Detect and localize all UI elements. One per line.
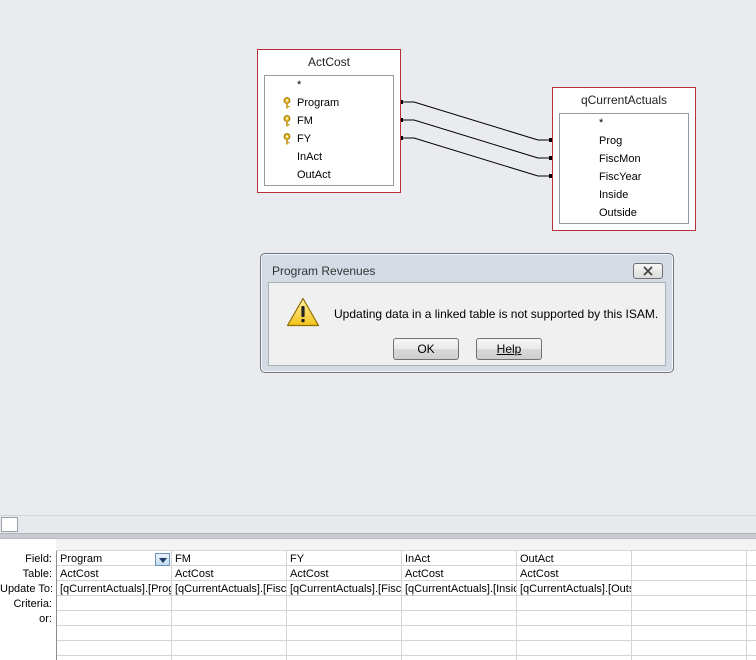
grid-cell-table[interactable]: ActCost [172, 567, 286, 582]
grid-cell-field[interactable]: Program [57, 552, 155, 567]
primary-key-icon [283, 133, 291, 145]
table-actcost-field-list[interactable]: * Program FM FY InAct OutAct [264, 75, 394, 186]
field-qca-star[interactable]: * [560, 114, 688, 132]
table-actcost-title[interactable]: ActCost [258, 50, 400, 74]
grid-cell-update-to[interactable]: [qCurrentActuals].[Outside] [517, 582, 631, 597]
grid-column-selectors[interactable] [56, 539, 756, 551]
grid-cell-table[interactable]: ActCost [287, 567, 401, 582]
field-actcost-inact[interactable]: InAct [265, 148, 393, 166]
join-line-fm-fiscmon [401, 119, 552, 159]
field-qca-inside[interactable]: Inside [560, 186, 688, 204]
field-actcost-program[interactable]: Program [265, 94, 393, 112]
field-qca-fiscmon[interactable]: FiscMon [560, 150, 688, 168]
field-qca-outside[interactable]: Outside [560, 204, 688, 222]
row-label-field: Field: [25, 553, 52, 565]
row-label-criteria: Criteria: [13, 598, 52, 610]
grid-cell-field[interactable]: FM [172, 552, 286, 567]
table-qcurrentactuals[interactable]: qCurrentActuals * Prog FiscMon FiscYear … [552, 87, 696, 231]
field-actcost-fy[interactable]: FY [265, 130, 393, 148]
field-qca-prog[interactable]: Prog [560, 132, 688, 150]
warning-icon [286, 297, 320, 327]
query-design-grid[interactable]: Field: Table: Update To: Criteria: or: P… [0, 539, 756, 660]
scrollbar-box[interactable] [1, 517, 18, 532]
grid-cell-table[interactable]: ActCost [517, 567, 631, 582]
table-actcost[interactable]: ActCost * Program FM FY InAct OutAct [257, 49, 401, 193]
dialog-body: Updating data in a linked table is not s… [268, 282, 666, 366]
row-label-update-to: Update To: [0, 583, 52, 595]
grid-cell-field[interactable]: OutAct [517, 552, 631, 567]
field-actcost-outact[interactable]: OutAct [265, 166, 393, 184]
grid-cell-update-to[interactable]: [qCurrentActuals].[Prog] [57, 582, 171, 597]
field-dropdown-button[interactable] [155, 553, 170, 566]
chevron-down-icon [159, 558, 167, 563]
ok-button[interactable]: OK [393, 338, 459, 360]
error-dialog[interactable]: Program Revenues Updating data in a link… [260, 253, 674, 373]
table-qcurrentactuals-field-list[interactable]: * Prog FiscMon FiscYear Inside Outside [559, 113, 689, 224]
dialog-close-button[interactable] [633, 263, 663, 279]
design-horizontal-scrollbar[interactable] [0, 515, 756, 533]
grid-cell-table[interactable]: ActCost [57, 567, 171, 582]
dialog-message: Updating data in a linked table is not s… [334, 307, 659, 321]
join-line-fy-fiscyear [401, 137, 552, 177]
close-icon [643, 266, 653, 276]
grid-cell-update-to[interactable]: [qCurrentActuals].[FiscMon] [172, 582, 286, 597]
row-label-or: or: [39, 613, 52, 625]
field-qca-fiscyear[interactable]: FiscYear [560, 168, 688, 186]
field-actcost-star[interactable]: * [265, 76, 393, 94]
grid-cell-update-to[interactable]: [qCurrentActuals].[Inside] [402, 582, 516, 597]
help-button[interactable]: Help [476, 338, 542, 360]
primary-key-icon [283, 115, 291, 127]
grid-cell-field[interactable]: FY [287, 552, 401, 567]
row-label-table: Table: [22, 568, 52, 580]
primary-key-icon [283, 97, 291, 109]
grid-cell-table[interactable]: ActCost [402, 567, 516, 582]
table-qcurrentactuals-title[interactable]: qCurrentActuals [553, 88, 695, 112]
grid-cell-update-to[interactable]: [qCurrentActuals].[FiscYear] [287, 582, 401, 597]
join-line-program-prog [401, 101, 552, 141]
grid-cell-field[interactable]: InAct [402, 552, 516, 567]
dialog-title: Program Revenues [272, 264, 376, 278]
field-actcost-fm[interactable]: FM [265, 112, 393, 130]
